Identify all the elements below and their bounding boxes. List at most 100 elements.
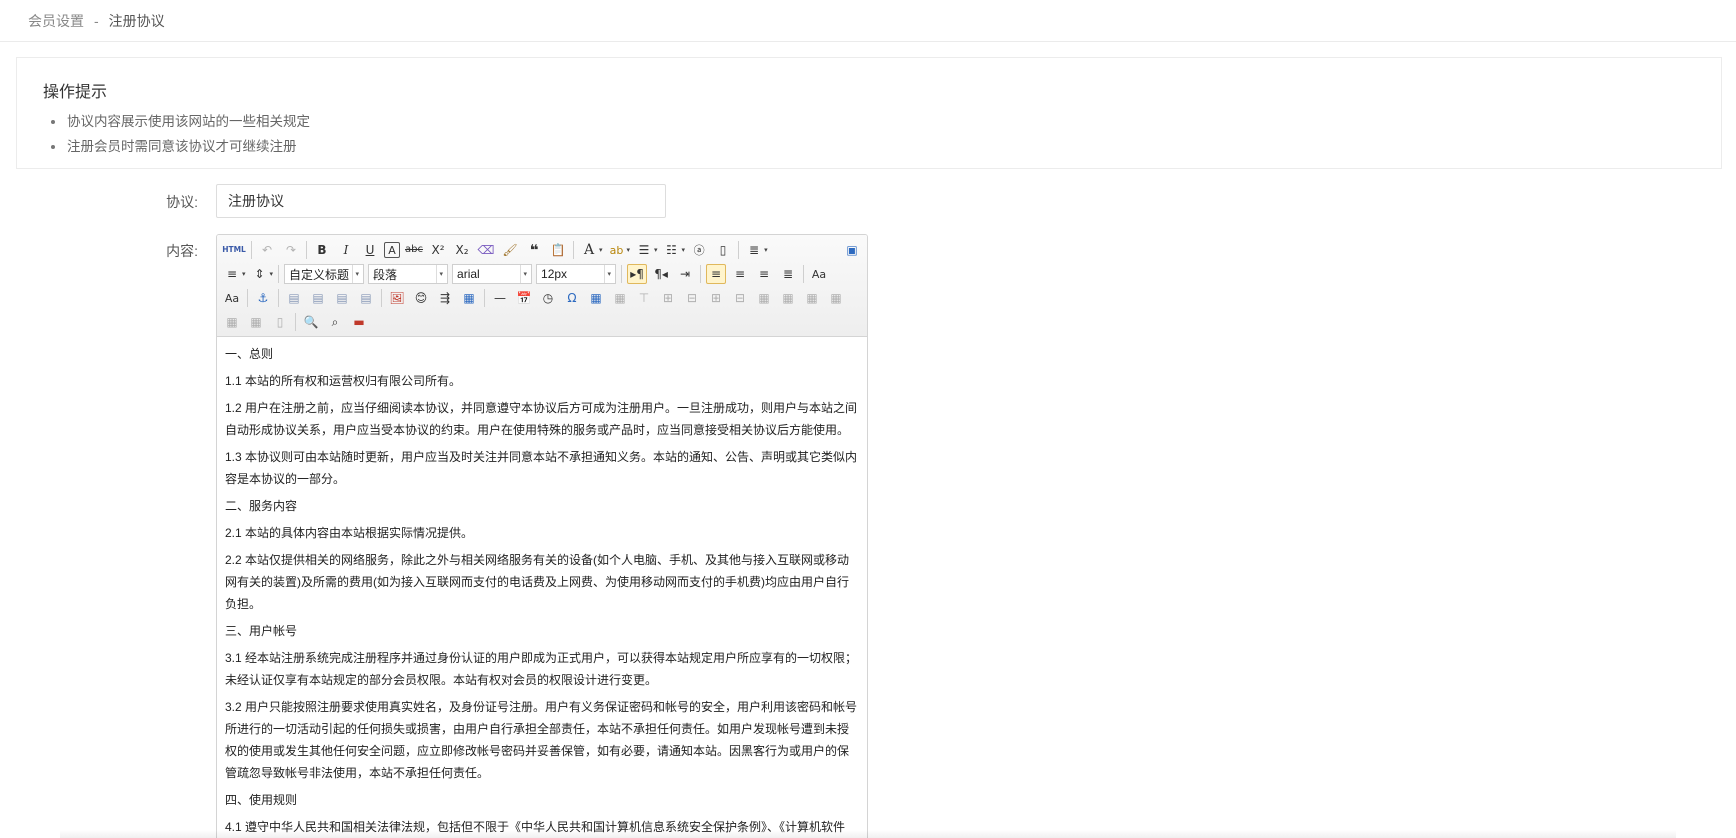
font-family-select[interactable]: arial ▾ (452, 264, 533, 284)
chevron-down-icon[interactable]: ▾ (242, 270, 246, 278)
strikethrough-icon[interactable]: abc (404, 240, 424, 260)
tips-item: 协议内容展示使用该网站的一些相关规定 (43, 109, 1695, 134)
editor-content[interactable]: 一、总则 1.1 本站的所有权和运营权归有限公司所有。 1.2 用户在注册之前，… (217, 337, 867, 838)
split-cols-icon[interactable]: ▦ (246, 312, 266, 332)
font-border-icon[interactable]: A (384, 242, 400, 258)
toolbar-separator (278, 265, 280, 283)
select-all-icon[interactable]: ⓐ (689, 240, 709, 260)
content-paragraph: 1.1 本站的所有权和运营权归有限公司所有。 (225, 374, 462, 388)
format-brush-icon[interactable]: 🖌 (500, 240, 520, 260)
chevron-down-icon[interactable]: ▾ (682, 246, 686, 254)
font-color-icon[interactable]: A (579, 240, 599, 260)
direction-ltr-icon[interactable]: ▸¶ (627, 264, 648, 284)
align-left-icon[interactable]: ≡ (706, 264, 727, 284)
music-icon[interactable]: ▬ (349, 312, 369, 332)
split-rows-icon[interactable]: ▦ (222, 312, 242, 332)
align-right-icon[interactable]: ≡ (754, 264, 774, 284)
underline-icon[interactable]: U (360, 240, 380, 260)
undo-icon[interactable]: ↶ (257, 240, 277, 260)
time-icon[interactable]: ◷ (538, 288, 558, 308)
content-paragraph: 3.2 用户只能按照注册要求使用真实姓名，及身份证号注册。用户有义务保证密码和帐… (225, 700, 858, 780)
align-center-icon[interactable]: ≡ (730, 264, 750, 284)
to-uppercase-icon[interactable]: Aa (809, 264, 829, 284)
chevron-down-icon: ▾ (603, 265, 611, 283)
template-icon[interactable]: ▦ (459, 288, 479, 308)
chevron-down-icon: ▾ (351, 265, 359, 283)
italic-icon[interactable]: I (336, 240, 356, 260)
emotion-icon[interactable]: 😊 (411, 288, 431, 308)
blockquote-icon[interactable]: ❝ (524, 240, 544, 260)
content-paragraph: 三、用户帐号 (225, 624, 298, 638)
content-paragraph: 二、服务内容 (225, 499, 298, 513)
paragraph-spacing-top-icon[interactable]: ≡ (222, 264, 242, 284)
content-paragraph: 1.3 本协议则可由本站随时更新，用户应当及时关注并同意本站不承担通知义务。本站… (225, 450, 858, 486)
bold-icon[interactable]: B (312, 240, 332, 260)
chevron-down-icon[interactable]: ▾ (270, 270, 274, 278)
editor-toolbar: HTML ↶ ↷ B I U A abc X² X₂ ⌫ 🖌 ❝ 📋 A ▾ ab… (217, 235, 867, 337)
tips-title: 操作提示 (43, 84, 108, 101)
line-height-icon[interactable]: ⇕ (250, 264, 270, 284)
insert-col-icon[interactable]: ⊞ (706, 288, 726, 308)
ordered-list-icon[interactable]: ☰ (634, 240, 654, 260)
search-replace-icon[interactable]: ⌕ (325, 312, 345, 332)
chevron-down-icon[interactable]: ▾ (764, 246, 768, 254)
tips-item: 注册会员时需同意该协议才可继续注册 (43, 134, 1695, 159)
toolbar-row: ≡ ▾ ⇕ ▾ 自定义标题 ▾ 段落 ▾ arial ▾ 12px ▾ ▸¶ ¶◂ ⇥ ≡ … (220, 262, 864, 286)
unordered-list-icon[interactable]: ☷ (662, 240, 682, 260)
merge-cells-icon[interactable]: ▦ (754, 288, 774, 308)
chevron-down-icon[interactable]: ▾ (627, 246, 631, 254)
toolbar-row: HTML ↶ ↷ B I U A abc X² X₂ ⌫ 🖌 ❝ 📋 A ▾ ab… (220, 238, 864, 262)
horizontal-rule-icon[interactable]: — (490, 288, 510, 308)
preview-icon[interactable]: 🔍 (301, 312, 321, 332)
remove-format-icon[interactable]: ⌫ (476, 240, 496, 260)
merge-right-icon[interactable]: ▦ (778, 288, 798, 308)
title-input[interactable] (216, 184, 666, 218)
direction-rtl-icon[interactable]: ¶◂ (651, 264, 671, 284)
chevron-down-icon[interactable]: ▾ (599, 246, 603, 254)
custom-heading-select[interactable]: 自定义标题 ▾ (284, 264, 365, 284)
toolbar-separator (803, 265, 805, 283)
image-right-icon[interactable]: ▤ (332, 288, 352, 308)
split-cells-icon[interactable]: ▦ (826, 288, 846, 308)
insert-paragraph-before-table-icon[interactable]: ⊤ (634, 288, 654, 308)
redo-icon[interactable]: ↷ (281, 240, 301, 260)
delete-row-icon[interactable]: ⊟ (682, 288, 702, 308)
to-lowercase-icon[interactable]: Aa (222, 288, 242, 308)
delete-col-icon[interactable]: ⊟ (730, 288, 750, 308)
insert-table-icon[interactable]: ▦ (586, 288, 606, 308)
subscript-icon[interactable]: X₂ (452, 240, 472, 260)
clear-doc-icon[interactable]: ▯ (713, 240, 733, 260)
row-spacing-icon[interactable]: ≣ (744, 240, 764, 260)
image-left-icon[interactable]: ▤ (308, 288, 328, 308)
paragraph-format-select[interactable]: 段落 ▾ (368, 264, 449, 284)
fullscreen-icon[interactable]: ▣ (842, 240, 862, 260)
image-none-icon[interactable]: ▤ (284, 288, 304, 308)
image-center-icon[interactable]: ▤ (356, 288, 376, 308)
anchor-icon[interactable]: ⚓ (253, 288, 273, 308)
chevron-down-icon[interactable]: ▾ (654, 246, 658, 254)
superscript-icon[interactable]: X² (428, 240, 448, 260)
paste-plain-icon[interactable]: 📋 (548, 240, 568, 260)
breadcrumb-parent[interactable]: 会员设置 (28, 11, 84, 31)
html-source-icon[interactable]: HTML (222, 240, 246, 260)
font-size-select[interactable]: 12px ▾ (536, 264, 617, 284)
align-justify-icon[interactable]: ≣ (778, 264, 798, 284)
background-color-icon[interactable]: ab (607, 240, 627, 260)
operation-tips-panel: 操作提示 协议内容展示使用该网站的一些相关规定 注册会员时需同意该协议才可继续注… (16, 57, 1722, 169)
page-break-icon[interactable]: ⇶ (435, 288, 455, 308)
delete-table-icon[interactable]: ▦ (610, 288, 630, 308)
insert-image-icon[interactable]: 🖼 (387, 288, 407, 308)
tips-list: 协议内容展示使用该网站的一些相关规定 注册会员时需同意该协议才可继续注册 (43, 109, 1695, 159)
special-char-icon[interactable]: Ω (562, 288, 582, 308)
merge-down-icon[interactable]: ▦ (802, 288, 822, 308)
chevron-down-icon: ▾ (435, 265, 443, 283)
content-paragraph: 3.1 经本站注册系统完成注册程序并通过身份认证的用户即成为正式用户，可以获得本… (225, 651, 858, 687)
content-paragraph: 2.1 本站的具体内容由本站根据实际情况提供。 (225, 526, 474, 540)
toolbar-separator (295, 313, 296, 331)
attachment-icon[interactable]: ▯ (270, 312, 290, 332)
date-icon[interactable]: 📅 (514, 288, 534, 308)
content-paragraph: 2.2 本站仅提供相关的网络服务，除此之外与相关网络服务有关的设备(如个人电脑、… (225, 553, 850, 611)
indent-icon[interactable]: ⇥ (675, 264, 695, 284)
insert-row-icon[interactable]: ⊞ (658, 288, 678, 308)
toolbar-separator (247, 289, 248, 307)
